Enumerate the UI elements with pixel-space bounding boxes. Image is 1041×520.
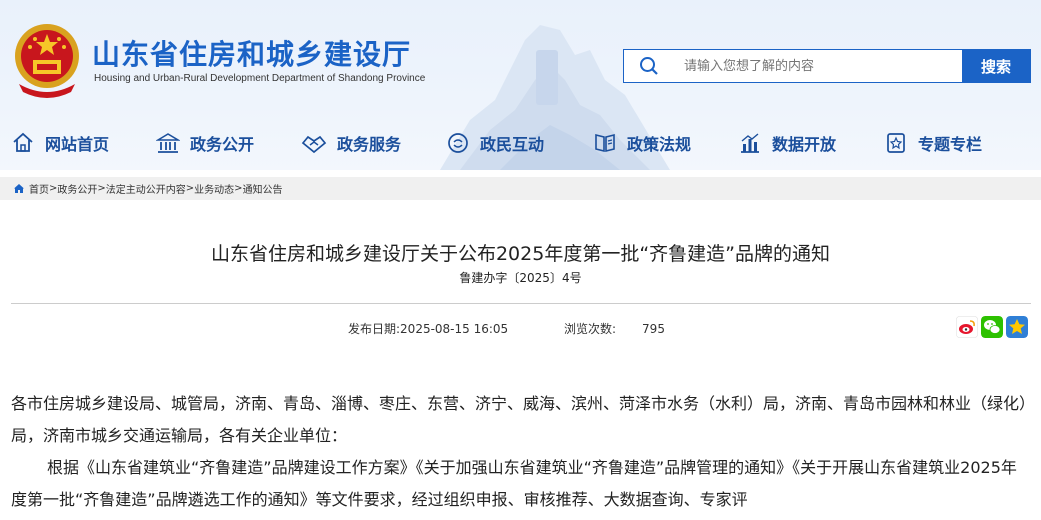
nav-item-special-topics[interactable]: 专题专栏 — [884, 126, 982, 160]
breadcrumb: 首页 > 政务公开 > 法定主动公开内容 > 业务动态 > 通知公告 — [0, 177, 1041, 200]
book-icon — [595, 133, 615, 153]
breadcrumb-statutory-content-link[interactable]: 法定主动公开内容 — [106, 181, 186, 196]
breadcrumb-separator: > — [97, 183, 106, 194]
title-divider — [11, 303, 1031, 304]
building-icon — [156, 133, 180, 153]
nav-label: 网站首页 — [45, 135, 110, 154]
article-body: 各市住房城乡建设局、城管局，济南、青岛、淄博、枣庄、东营、济宁、威海、滨州、菏泽… — [11, 388, 1031, 516]
breadcrumb-home-link[interactable]: 首页 — [29, 181, 49, 196]
site-subtitle: Housing and Urban-Rural Development Depa… — [94, 73, 426, 84]
favorite-icon[interactable] — [1006, 316, 1028, 338]
site-title: 山东省住房和城乡建设厅 — [92, 38, 412, 71]
breadcrumb-business-news-link[interactable]: 业务动态 — [194, 181, 234, 196]
view-count: 浏览次数: 795 — [564, 320, 665, 337]
publish-date: 发布日期:2025-08-15 16:05 — [348, 320, 508, 337]
home-icon — [14, 184, 24, 193]
article-title: 山东省住房和城乡建设厅关于公布2025年度第一批“齐鲁建造”品牌的通知 — [210, 243, 831, 265]
nav-item-government-services[interactable]: 政务服务 — [301, 126, 401, 160]
main-nav: 网站首页 政务公开 政务服务 政民互动 政策法规 数据开放 专题专栏 — [0, 126, 1041, 160]
document-number: 鲁建办字〔2025〕4号 — [459, 271, 582, 285]
search-button[interactable]: 搜索 — [962, 50, 1030, 82]
chart-icon — [741, 133, 759, 153]
article-paragraph: 根据《山东省建筑业“齐鲁建造”品牌建设工作方案》《关于加强山东省建筑业“齐鲁建造… — [11, 458, 1017, 509]
search-icon — [624, 50, 674, 82]
wechat-icon[interactable] — [981, 316, 1003, 338]
nav-item-open-data[interactable]: 数据开放 — [738, 126, 836, 160]
publish-date-value: 2025-08-15 16:05 — [400, 322, 509, 336]
handshake-icon — [301, 135, 327, 154]
nav-label: 专题专栏 — [918, 135, 983, 154]
nav-item-home[interactable]: 网站首页 — [11, 126, 109, 160]
breadcrumb-notices-link[interactable]: 通知公告 — [243, 181, 283, 196]
nav-item-policies[interactable]: 政策法规 — [593, 126, 691, 160]
nav-label: 政务服务 — [337, 135, 402, 154]
nav-label: 数据开放 — [772, 135, 837, 154]
national-emblem-icon — [15, 24, 79, 98]
view-count-label: 浏览次数: — [564, 322, 617, 336]
search-box: 搜索 — [623, 49, 1031, 83]
breadcrumb-separator: > — [185, 183, 195, 194]
breadcrumb-separator: > — [234, 183, 243, 194]
nav-item-government-affairs[interactable]: 政务公开 — [156, 126, 254, 160]
nav-label: 政策法规 — [627, 135, 692, 154]
nav-label: 政民互动 — [480, 135, 545, 154]
breadcrumb-separator: > — [49, 183, 58, 194]
home-icon — [13, 132, 33, 152]
nav-label: 政务公开 — [190, 135, 255, 154]
weibo-icon[interactable] — [956, 316, 978, 338]
breadcrumb-government-affairs-link[interactable]: 政务公开 — [57, 181, 97, 196]
search-input[interactable] — [674, 50, 962, 82]
view-count-value: 795 — [642, 322, 665, 336]
interaction-icon — [448, 133, 468, 153]
nav-item-interaction[interactable]: 政民互动 — [446, 126, 544, 160]
publish-date-label: 发布日期: — [348, 322, 401, 336]
site-header: 山东省住房和城乡建设厅 Housing and Urban-Rural Deve… — [0, 0, 1041, 170]
article-paragraph: 各市住房城乡建设局、城管局，济南、青岛、淄博、枣庄、东营、济宁、威海、滨州、菏泽… — [11, 394, 1028, 445]
topic-icon — [887, 133, 905, 153]
